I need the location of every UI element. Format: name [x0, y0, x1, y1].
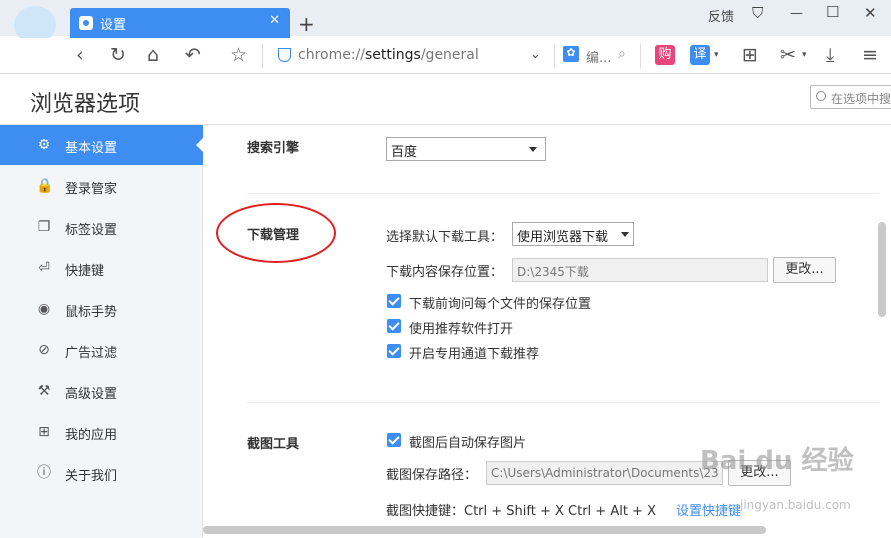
keyboard-icon: ⏎: [38, 260, 50, 276]
sidebar-item-label: 标签设置: [65, 223, 118, 238]
lock-icon: 🔒: [36, 178, 54, 194]
feedback-link[interactable]: 反馈: [708, 6, 734, 25]
divider: [262, 44, 263, 68]
back-icon[interactable]: ‹: [76, 44, 84, 66]
address-bar[interactable]: chrome://settings/general: [268, 44, 553, 68]
checkbox-label: 开启专用通道下载推荐: [409, 347, 540, 362]
sidebar-item-label: 快捷键: [65, 264, 105, 279]
sidebar-item-mouse-gestures[interactable]: ◉ 鼠标手势: [0, 289, 203, 329]
sidebar-item-about[interactable]: ⓘ 关于我们: [0, 453, 203, 493]
sidebar-item-label: 登录管家: [65, 182, 118, 197]
checkbox-recommended-open[interactable]: [387, 319, 401, 333]
sidebar-item-shortcuts[interactable]: ⏎ 快捷键: [0, 248, 203, 288]
screenshot-path-label: 截图保存路径：: [386, 468, 478, 483]
chevron-down-icon[interactable]: ▾: [714, 50, 719, 60]
menu-icon[interactable]: ≡: [862, 44, 878, 66]
sidebar-item-my-apps[interactable]: ⊞ 我的应用: [0, 412, 203, 452]
select-value: 使用浏览器下载: [517, 230, 609, 245]
skin-icon[interactable]: ⛉: [752, 4, 763, 22]
sidebar-item-label: 高级设置: [65, 387, 118, 402]
apps-icon[interactable]: ⊞: [742, 44, 758, 66]
minimize-icon[interactable]: —: [790, 6, 803, 21]
sidebar-item-basic[interactable]: ⚙ 基本设置: [0, 125, 204, 165]
download-path-label: 下载内容保存位置：: [386, 265, 504, 280]
sidebar: ⚙ 基本设置 🔒 登录管家 ❐ 标签设置 ⏎ 快捷键 ◉ 鼠标手势 ⊘ 广告过滤…: [0, 125, 204, 538]
checkbox-label: 截图后自动保存图片: [409, 436, 527, 451]
section-title-download: 下载管理: [247, 228, 300, 243]
settings-search-input[interactable]: 在选项中搜: [810, 85, 891, 109]
checkbox-label: 使用推荐软件打开: [409, 322, 514, 337]
sidebar-item-login-manager[interactable]: 🔒 登录管家: [0, 166, 203, 206]
title-bar: 设置 ✕ + 反馈 ⛉ — ☐ ✕: [0, 0, 891, 38]
apps-icon: ⊞: [38, 424, 50, 440]
chevron-down-icon[interactable]: ⌄: [530, 47, 541, 62]
toolbar: ‹ ↻ ⌂ ↶ ☆ chrome://settings/general ⌄ ✿ …: [0, 38, 891, 74]
mouse-icon: ◉: [37, 301, 51, 317]
watermark-sub: jingyan.baidu.com: [740, 498, 851, 512]
scissors-icon[interactable]: ✂: [780, 44, 796, 66]
gear-icon: [79, 16, 93, 30]
chevron-down-icon[interactable]: ▾: [802, 50, 807, 60]
sidebar-item-label: 基本设置: [65, 141, 118, 156]
section-divider: [247, 193, 879, 194]
watermark-main: Bai du 经验: [700, 446, 854, 476]
sidebar-item-label: 鼠标手势: [65, 305, 118, 320]
section-title-search-engine: 搜索引擎: [247, 141, 300, 156]
search-icon: [816, 91, 826, 101]
gear-icon: ⚙: [37, 137, 51, 153]
download-path-field[interactable]: D:\2345下载: [512, 258, 768, 282]
checkbox-ask-location[interactable]: [387, 294, 401, 308]
star-icon[interactable]: ☆: [230, 44, 247, 66]
baidu-watermark: Bai du 经验 jingyan.baidu.com: [700, 440, 880, 520]
checkbox-label: 下载前询问每个文件的保存位置: [409, 297, 592, 312]
screenshot-hotkey-label: 截图快捷键：Ctrl + Shift + X Ctrl + Alt + X: [386, 504, 656, 519]
maximize-icon[interactable]: ☐: [826, 3, 839, 21]
select-value: 百度: [391, 145, 418, 160]
section-title-screenshot: 截图工具: [247, 437, 300, 452]
horizontal-scrollbar[interactable]: [203, 526, 766, 534]
new-tab-button[interactable]: +: [298, 12, 315, 36]
info-icon: ⓘ: [37, 465, 51, 481]
refresh-icon[interactable]: ↻: [110, 44, 126, 66]
download-icon[interactable]: ⤓: [826, 44, 834, 66]
window-close-icon[interactable]: ✕: [864, 4, 877, 22]
sidebar-item-label: 广告过滤: [65, 346, 118, 361]
close-tab-icon[interactable]: ✕: [269, 13, 280, 28]
download-tool-select[interactable]: 使用浏览器下载: [512, 222, 634, 246]
paw-icon[interactable]: ✿: [563, 46, 579, 62]
download-change-button[interactable]: 更改...: [773, 257, 836, 283]
checkbox-auto-save[interactable]: [387, 433, 401, 447]
screenshot-path-field[interactable]: C:\Users\Administrator\Documents\23: [486, 461, 723, 485]
caret-down-icon: [621, 232, 629, 237]
page-title: 浏览器选项: [30, 92, 141, 117]
wrench-icon: ⚒: [37, 383, 51, 399]
shop-icon[interactable]: 购: [655, 45, 675, 65]
shield-icon: [278, 48, 291, 62]
tabs-icon: ❐: [37, 219, 51, 235]
sidebar-item-advanced[interactable]: ⚒ 高级设置: [0, 371, 203, 411]
caret-down-icon: [529, 147, 537, 152]
sidebar-item-label: 我的应用: [65, 428, 118, 443]
search-placeholder: 在选项中搜: [831, 92, 891, 106]
vertical-scrollbar[interactable]: [878, 222, 886, 317]
sidebar-item-tabs[interactable]: ❐ 标签设置: [0, 207, 203, 247]
address-url: chrome://settings/general: [298, 47, 479, 63]
sidebar-item-ad-filter[interactable]: ⊘ 广告过滤: [0, 330, 203, 370]
tab-title: 设置: [100, 18, 127, 33]
ext-label[interactable]: 编...: [586, 47, 611, 66]
page-header: 浏览器选项 在选项中搜: [0, 75, 891, 125]
download-tool-label: 选择默认下载工具：: [386, 230, 504, 245]
tab-settings[interactable]: 设置 ✕: [70, 8, 290, 38]
section-divider: [247, 402, 879, 403]
sidebar-item-label: 关于我们: [65, 469, 118, 484]
divider: [640, 44, 641, 68]
checkbox-dedicated-channel[interactable]: [387, 344, 401, 358]
search-icon[interactable]: ⌕: [618, 46, 626, 62]
home-icon[interactable]: ⌂: [147, 44, 159, 66]
divider: [554, 44, 555, 68]
undo-icon[interactable]: ↶: [185, 44, 201, 66]
block-icon: ⊘: [38, 342, 50, 358]
translate-icon[interactable]: 译: [690, 45, 710, 65]
search-engine-select[interactable]: 百度: [386, 137, 546, 161]
